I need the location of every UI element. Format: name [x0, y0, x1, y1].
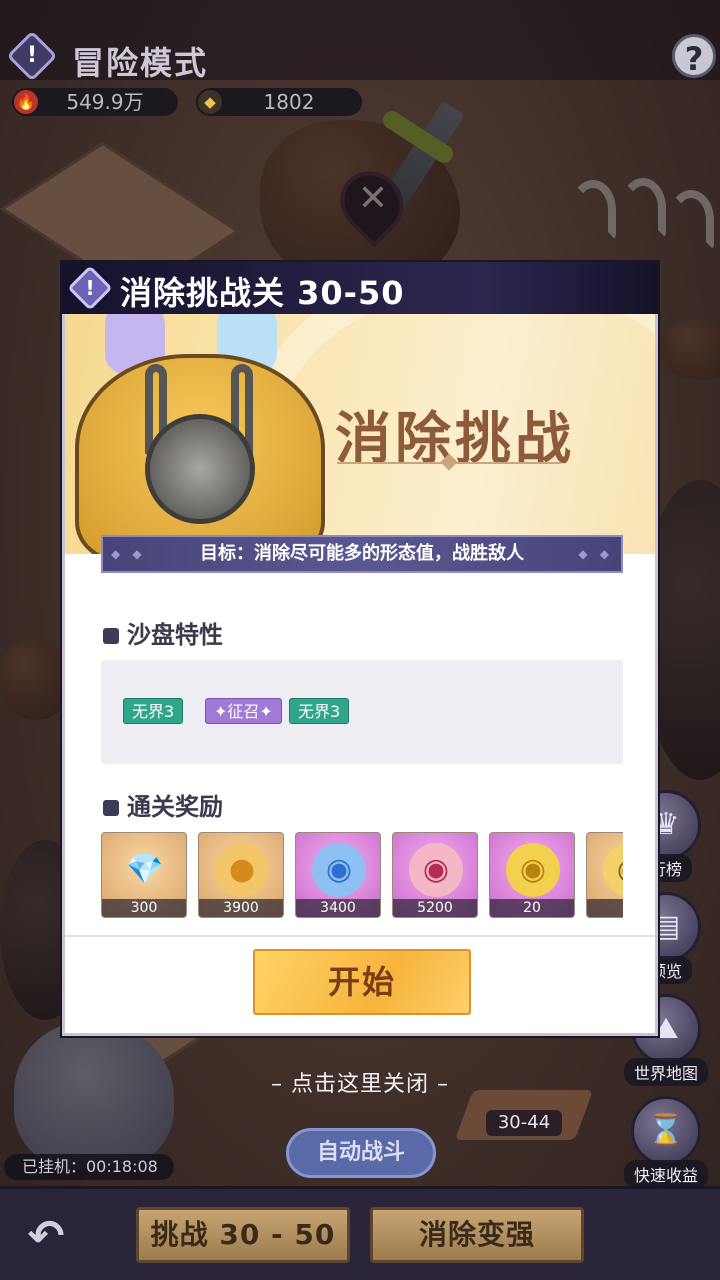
reward-item[interactable]: 💎 300: [101, 832, 187, 918]
reward-item[interactable]: ◉ 3: [586, 832, 623, 918]
start-button[interactable]: 开始: [253, 949, 471, 1015]
rewards-heading-text: 通关奖励: [127, 793, 223, 821]
dialog-title: 消除挑战关 30-50: [120, 274, 405, 312]
quick-earnings-button[interactable]: ⌛ 快速收益: [614, 1096, 718, 1188]
resource-flame: 🔥 549.9万: [12, 88, 178, 116]
auto-battle-button[interactable]: 自动战斗: [286, 1128, 436, 1178]
rewards-list[interactable]: 💎 300 ● 3900 ◉ 3400 ◉ 5200 ◉ 20 ◉ 3: [101, 832, 623, 918]
dialog-header: ! 消除挑战关 30-50: [62, 262, 658, 314]
reward-count: 3: [587, 899, 623, 917]
reward-count: 5200: [393, 899, 477, 917]
gold-item-icon: ◉: [603, 843, 623, 897]
top-bar: ! 冒险模式 ?: [0, 0, 720, 82]
exclamation-icon: !: [26, 43, 38, 68]
back-arrow-icon[interactable]: ↶: [14, 1205, 78, 1269]
trait-tag[interactable]: 无界3: [123, 698, 184, 724]
challenge-banner: 消除挑战: [65, 314, 655, 554]
hourglass-icon: ⌛: [631, 1096, 701, 1166]
mode-title: 冒险模式: [72, 44, 209, 82]
traits-heading-text: 沙盘特性: [127, 621, 223, 649]
idle-timer: 已挂机：00:18:08: [4, 1154, 174, 1180]
dialog-divider: [65, 935, 655, 937]
goal-ribbon: 目标：消除尽可能多的形态值，战胜敌人: [101, 535, 623, 573]
gold-coin-icon: ●: [215, 843, 269, 897]
reward-count: 3400: [296, 899, 380, 917]
reward-item[interactable]: ● 3900: [198, 832, 284, 918]
stage-node-label: 30-44: [486, 1110, 562, 1136]
reward-count: 20: [490, 899, 574, 917]
diamond-icon: 💎: [126, 852, 164, 887]
traits-panel: 无界3 ✦征召✦ 无界3: [101, 660, 623, 764]
mech-gas-mask: [145, 414, 255, 524]
reward-count: 3900: [199, 899, 283, 917]
mech-character-illustration: [65, 314, 335, 554]
bottom-bar: ↶ 挑战 30 - 50 消除变强: [0, 1186, 720, 1280]
exclamation-icon: !: [85, 276, 95, 300]
challenge-dialog: ! 消除挑战关 30-50 消除挑战 目标：消除尽可能多的形态值，战胜敌人 沙盘…: [62, 262, 658, 1036]
rewards-heading: 通关奖励: [103, 787, 223, 822]
trait-tag[interactable]: ✦征召✦: [205, 698, 282, 724]
upgrade-button[interactable]: 消除变强: [370, 1207, 584, 1263]
stage-node[interactable]: 30-44: [454, 1060, 594, 1140]
reward-count: 300: [102, 899, 186, 917]
challenge-button[interactable]: 挑战 30 - 50: [136, 1207, 350, 1263]
traits-heading: 沙盘特性: [103, 615, 223, 650]
golden-sword-orb-icon: ◉: [506, 843, 560, 897]
resource-crystal: ◆ 1802: [196, 88, 362, 116]
trait-tag[interactable]: 无界3: [289, 698, 350, 724]
red-creature-orb-icon: ◉: [409, 843, 463, 897]
square-bullet-icon: [103, 628, 119, 644]
resource-value: 549.9万: [66, 90, 144, 114]
blue-helmet-orb-icon: ◉: [312, 843, 366, 897]
reward-item[interactable]: ◉ 5200: [392, 832, 478, 918]
quick-earnings-label: 快速收益: [623, 1160, 708, 1188]
resource-value: 1802: [263, 90, 315, 114]
reward-item[interactable]: ◉ 20: [489, 832, 575, 918]
help-button[interactable]: ?: [672, 34, 716, 78]
close-hint[interactable]: – 点击这里关闭 –: [0, 1066, 720, 1098]
reward-item[interactable]: ◉ 3400: [295, 832, 381, 918]
square-bullet-icon: [103, 800, 119, 816]
